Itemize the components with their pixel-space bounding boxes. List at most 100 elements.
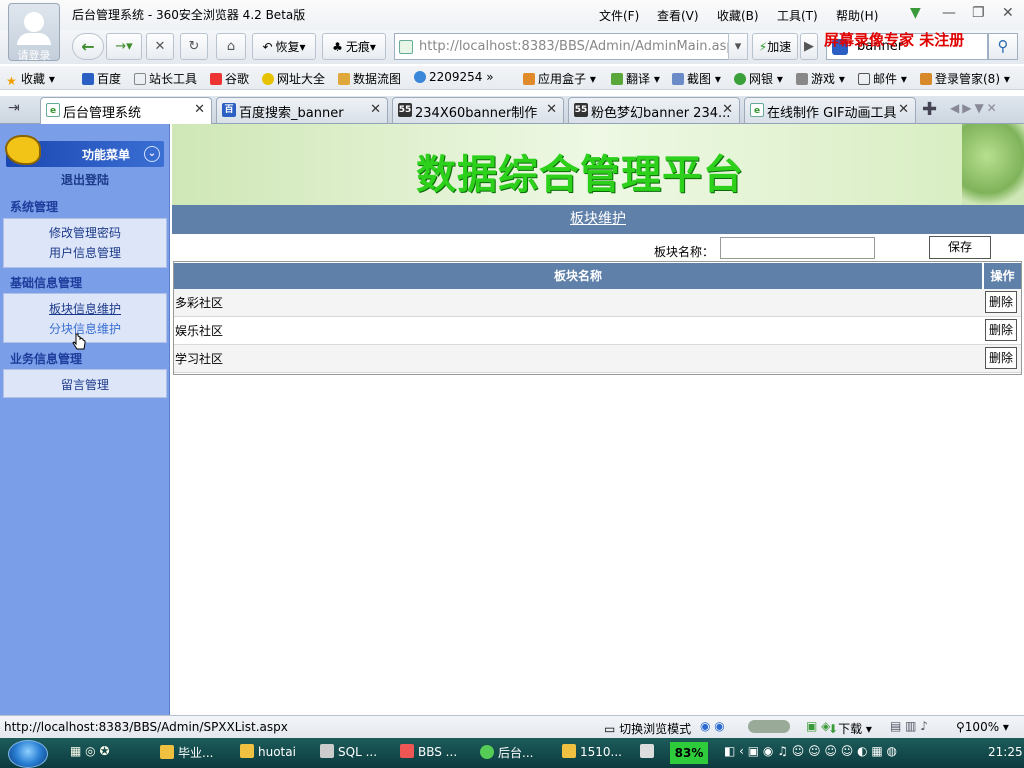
board-maintenance-link[interactable]: 板块信息维护 [0, 300, 170, 317]
forward-button[interactable]: →▾ [106, 33, 142, 60]
notrace-button[interactable]: ♣ 无痕 ▾ [322, 33, 386, 60]
browser-icon [480, 745, 494, 759]
status-tool-icons[interactable]: ▤ ▥ ♪ [890, 719, 928, 733]
section-header: 板块维护 [172, 205, 1024, 234]
close-tab-icon[interactable]: ✕ [898, 102, 909, 117]
close-window-button[interactable]: ✕ [1002, 5, 1014, 21]
tab-pink-banner[interactable]: 55 粉色梦幻banner 234... ✕ [568, 97, 740, 123]
bookmark-favorites[interactable]: ★ 收藏 ▾ [6, 70, 55, 88]
delete-button[interactable]: 删除 [985, 291, 1017, 313]
toggle-switch[interactable] [748, 720, 790, 733]
delete-button[interactable]: 删除 [985, 347, 1017, 369]
bookmark-dataflow[interactable]: 数据流图 [338, 70, 401, 87]
close-tab-icon[interactable]: ✕ [370, 102, 381, 117]
close-tab-icon[interactable]: ✕ [722, 102, 733, 117]
bookmark-mail[interactable]: 邮件 ▾ [858, 70, 907, 87]
bookmark-screenshot[interactable]: 截图 ▾ [672, 70, 721, 87]
tab-scroll-controls[interactable]: ◀▶▼✕ [950, 101, 1000, 115]
bookmark-bank[interactable]: 网银 ▾ [734, 70, 783, 87]
change-password-link[interactable]: 修改管理密码 [0, 224, 170, 241]
address-text: http://localhost:8383/BBS/Admin/AdminMai… [419, 39, 735, 54]
ie-icon[interactable]: ◉ ◉ [700, 719, 725, 733]
taskbar-item-graduation[interactable]: 毕业... [160, 744, 213, 761]
back-button[interactable]: ← [72, 33, 104, 60]
board-name-cell: 娱乐社区 [175, 324, 224, 338]
taskbar-item-1510[interactable]: 1510... [562, 744, 622, 759]
minimize-button[interactable]: — [942, 5, 956, 21]
new-tab-button[interactable]: ✚ [922, 99, 937, 120]
back-arrow-icon: ← [81, 37, 95, 56]
download-icon: ⬇ [828, 722, 839, 736]
close-tab-icon[interactable]: ✕ [546, 102, 557, 117]
close-tab-icon[interactable]: ✕ [194, 102, 205, 117]
logout-link[interactable]: 退出登陆 [0, 171, 170, 188]
menu-view[interactable]: 查看(V) [657, 7, 699, 24]
search-button[interactable]: ⚲ [988, 33, 1018, 60]
menu-tools[interactable]: 工具(T) [777, 7, 818, 24]
bookmark-urlhub[interactable]: 网址大全 [262, 70, 325, 87]
bookmark-appbox[interactable]: 应用盒子 ▾ [523, 70, 596, 87]
address-bar[interactable]: http://localhost:8383/BBS/Admin/AdminMai… [394, 33, 748, 60]
bookmark-google[interactable]: 谷歌 [210, 70, 249, 87]
menu-help[interactable]: 帮助(H) [836, 7, 878, 24]
message-management-link[interactable]: 留言管理 [0, 376, 170, 393]
address-dropdown[interactable]: ▾ [728, 33, 748, 60]
user-avatar-button[interactable]: 请登录 [8, 3, 60, 62]
delete-button[interactable]: 删除 [985, 319, 1017, 341]
banner-decoration [962, 124, 1024, 205]
save-button[interactable]: 保存 [929, 236, 991, 259]
bookmark-qq[interactable]: 2209254 » [414, 70, 494, 84]
window-title: 后台管理系统 - 360安全浏览器 4.2 Beta版 [72, 8, 306, 22]
tab-gif-tool[interactable]: e 在线制作 GIF动画工具 ✕ [744, 97, 916, 123]
bookmark-login-manager[interactable]: 登录管家(8) ▾ [920, 70, 1010, 87]
bookmark-baidu[interactable]: 百度 [82, 70, 121, 87]
bookmark-games[interactable]: 游戏 ▾ [796, 70, 845, 87]
stop-button[interactable]: ✕ [146, 33, 174, 60]
zoom-control[interactable]: ⚲100% ▾ [956, 720, 1009, 734]
skin-icon[interactable]: ▼ [910, 5, 921, 21]
table-header-name: 板块名称 [174, 263, 982, 289]
site55-icon: 55 [398, 103, 412, 117]
board-name-cell: 多彩社区 [175, 296, 224, 310]
tab-admin-system[interactable]: e 后台管理系统 ✕ [40, 97, 212, 125]
user-info-link[interactable]: 用户信息管理 [0, 244, 170, 261]
taskbar-item-huotai[interactable]: huotai [240, 744, 296, 759]
collapse-icon[interactable]: ⌄ [144, 146, 160, 162]
table-row: 学习社区 [174, 345, 1021, 373]
system-tray-icons[interactable]: ◧ ‹ ▣ ◉ ♫ ☺ ☺ ☺ ☺ ◐ ▦ ◍ [724, 744, 897, 758]
menu-file[interactable]: 文件(F) [599, 7, 639, 24]
refresh-button[interactable]: ↻ [180, 33, 208, 60]
lightning-icon: ⚡ [758, 39, 768, 54]
go-button[interactable]: ▶ [800, 33, 818, 60]
speed-button[interactable]: ⚡ 加速 [752, 33, 798, 60]
board-name-cell: 学习社区 [175, 352, 224, 366]
undo-icon: ↶ [262, 39, 273, 54]
taskbar-item-sql[interactable]: SQL ... [320, 744, 377, 759]
tab-banner-maker[interactable]: 55 234X60banner制作 ✕ [392, 97, 564, 123]
section-title-link[interactable]: 板块维护 [570, 211, 626, 227]
bookmark-webmaster[interactable]: 站长工具 [134, 70, 197, 87]
app-icon [640, 744, 654, 758]
restore-button[interactable]: ↶ 恢复 ▾ [252, 33, 316, 60]
sidebar-toggle-icon[interactable]: ⇥ [8, 100, 20, 116]
baidu-icon: 百 [222, 103, 236, 117]
home-button[interactable]: ⌂ [216, 33, 246, 60]
maximize-button[interactable]: ❐ [972, 5, 985, 21]
site55-icon: 55 [574, 103, 588, 117]
page-icon [399, 39, 413, 54]
magnifier-icon: ⚲ [956, 720, 965, 734]
taskbar-item-app[interactable] [640, 744, 658, 759]
tab-baidu-search[interactable]: 百百度搜索_banner ✕ [216, 97, 388, 123]
group-title-system: 系统管理 [10, 200, 59, 214]
taskbar-item-admin[interactable]: 后台... [480, 744, 533, 761]
download-button[interactable]: ⬇下载 ▾ [828, 720, 872, 737]
taskbar-item-bbs[interactable]: BBS ... [400, 744, 457, 759]
board-name-input[interactable] [720, 237, 875, 259]
switch-mode-button[interactable]: ▭ 切换浏览模式 [604, 720, 691, 737]
start-button[interactable] [8, 740, 48, 768]
bookmark-translate[interactable]: 翻译 ▾ [611, 70, 660, 87]
plugin-icons[interactable]: ▣ ◈ [806, 719, 830, 733]
status-bar: http://localhost:8383/BBS/Admin/SPXXList… [0, 715, 1024, 738]
menu-favorites[interactable]: 收藏(B) [717, 7, 759, 24]
quicklaunch-icons[interactable]: ▦ ◎ ✪ [70, 744, 110, 758]
